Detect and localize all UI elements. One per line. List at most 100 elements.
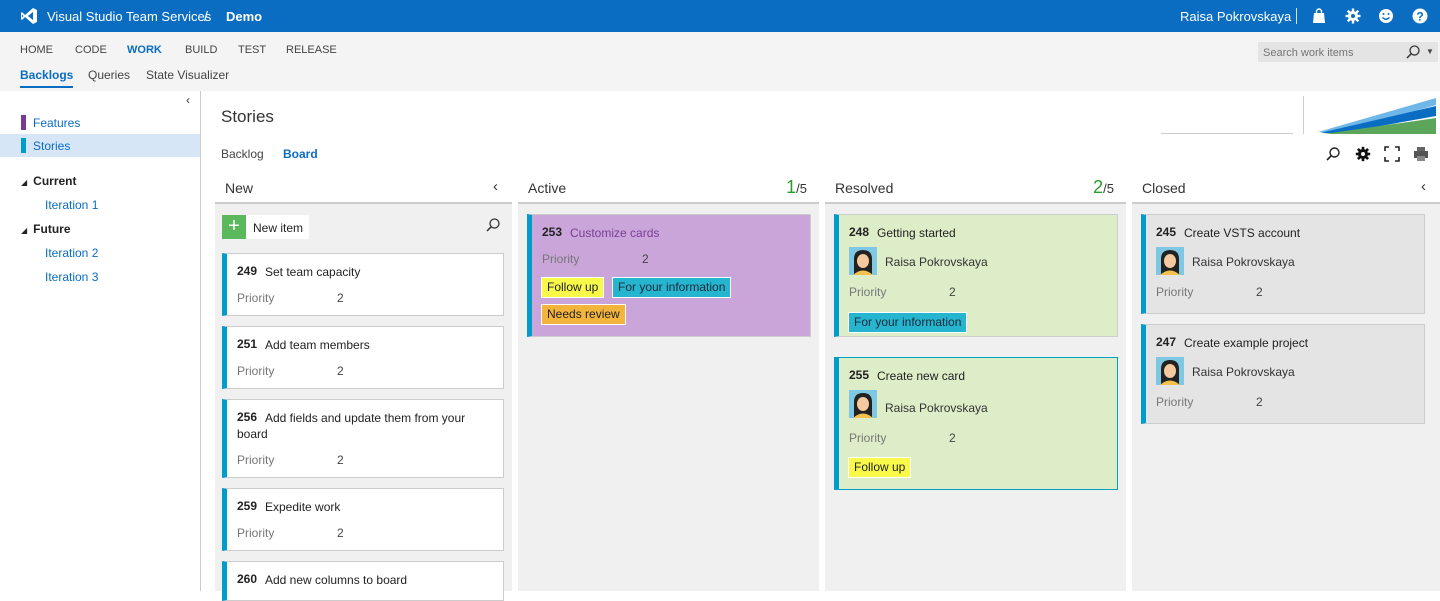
column-header: Closed ‹ <box>1132 174 1440 204</box>
settings-gear-icon[interactable] <box>1355 146 1371 162</box>
brand-name[interactable]: Visual Studio Team Services <box>47 9 211 24</box>
expand-triangle-icon[interactable]: ◢ <box>21 226 27 235</box>
card-247[interactable]: 247 Create example project Raisa Pokrovs… <box>1141 324 1425 424</box>
gear-icon[interactable] <box>1345 8 1361 24</box>
column-title: New <box>225 180 254 196</box>
stories-color-mark <box>21 138 26 153</box>
card-256[interactable]: 256 Add fields and update them from your… <box>222 399 504 478</box>
hub-build[interactable]: BUILD <box>185 44 217 56</box>
card-259[interactable]: 259 Expedite work Priority 2 <box>222 488 504 551</box>
card-title[interactable]: Add team members <box>265 337 370 353</box>
field-label: Priority <box>237 291 275 305</box>
sidebar-group-future[interactable]: ◢ Future <box>21 222 71 236</box>
help-icon[interactable]: ? <box>1412 8 1428 24</box>
collapse-column-icon[interactable]: ‹ <box>1421 178 1426 195</box>
hub-home[interactable]: HOME <box>20 44 53 56</box>
card-title[interactable]: Expedite work <box>265 499 340 515</box>
tab-board[interactable]: Board <box>283 147 318 161</box>
tab-queries[interactable]: Queries <box>88 68 130 82</box>
field-value[interactable]: 2 <box>642 252 649 266</box>
tab-backlogs[interactable]: Backlogs <box>20 68 74 88</box>
hub-code[interactable]: CODE <box>75 44 107 56</box>
card-251[interactable]: 251 Add team members Priority 2 <box>222 326 504 389</box>
wip-max: /5 <box>1103 181 1114 196</box>
sidebar-item-features[interactable]: Features <box>0 111 200 134</box>
smiley-icon[interactable] <box>1378 8 1394 24</box>
search-input[interactable] <box>1263 46 1403 59</box>
shopping-bag-icon[interactable] <box>1311 8 1327 24</box>
features-color-mark <box>21 115 26 130</box>
main-content: Stories Backlog Board New ‹ + New item 2… <box>201 91 1440 601</box>
card-248[interactable]: 248 Getting started Raisa Pokrovskaya Pr… <box>834 214 1118 337</box>
visual-studio-logo-icon[interactable] <box>20 7 38 25</box>
board-column-closed: Closed ‹ 245 Create VSTS account Raisa P… <box>1132 174 1440 591</box>
field-value[interactable]: 2 <box>337 526 344 540</box>
card-title[interactable]: Set team capacity <box>265 264 360 280</box>
velocity-chart[interactable] <box>1159 96 1295 134</box>
tag-needs-review[interactable]: Needs review <box>541 304 626 325</box>
breadcrumb-separator: / <box>204 8 208 24</box>
expand-triangle-icon[interactable]: ◢ <box>21 178 27 187</box>
hub-navigation: HOME CODE WORK BUILD TEST RELEASE Backlo… <box>0 32 1440 91</box>
tag-for-your-information[interactable]: For your information <box>848 312 968 333</box>
card-id: 248 <box>849 225 870 239</box>
tag-follow-up[interactable]: Follow up <box>848 457 912 478</box>
tab-state-visualizer[interactable]: State Visualizer <box>146 68 229 82</box>
sidebar-item-iteration-3[interactable]: Iteration 3 <box>45 270 98 284</box>
card-245[interactable]: 245 Create VSTS account Raisa Pokrovskay… <box>1141 214 1425 314</box>
field-value[interactable]: 2 <box>1256 395 1263 409</box>
field-value[interactable]: 2 <box>337 291 344 305</box>
field-value[interactable]: 2 <box>337 453 344 467</box>
card-title[interactable]: Customize cards <box>570 225 659 241</box>
field-label: Priority <box>849 285 887 299</box>
hub-test[interactable]: TEST <box>238 44 266 56</box>
card-title[interactable]: Getting started <box>877 225 956 241</box>
project-name[interactable]: Demo <box>226 9 262 24</box>
hub-work[interactable]: WORK <box>127 44 162 56</box>
column-title: Active <box>528 180 567 196</box>
field-label: Priority <box>237 364 275 378</box>
work-item-search: ▼ <box>1258 42 1438 62</box>
card-260[interactable]: 260 Add new columns to board <box>222 561 504 601</box>
sidebar-item-iteration-1[interactable]: Iteration 1 <box>45 198 98 212</box>
card-title[interactable]: Add fields and update them from your boa… <box>237 410 487 442</box>
card-255[interactable]: 255 Create new card Raisa Pokrovskaya Pr… <box>834 357 1118 490</box>
new-item-button[interactable]: + New item <box>222 215 309 239</box>
sidebar-item-iteration-2[interactable]: Iteration 2 <box>45 246 98 260</box>
cumulative-flow-chart[interactable] <box>1302 96 1436 134</box>
plus-icon: + <box>222 215 246 239</box>
filter-search-icon[interactable] <box>1325 146 1341 162</box>
assigned-to[interactable]: Raisa Pokrovskaya <box>885 255 988 269</box>
tag-for-your-information[interactable]: For your information <box>612 277 732 298</box>
field-value[interactable]: 2 <box>337 364 344 378</box>
print-icon[interactable] <box>1413 146 1429 162</box>
collapse-sidebar-icon[interactable]: ‹ <box>186 93 190 107</box>
tag-follow-up[interactable]: Follow up <box>541 277 605 298</box>
field-value[interactable]: 2 <box>949 285 956 299</box>
hub-release[interactable]: RELEASE <box>286 44 337 56</box>
card-249[interactable]: 249 Set team capacity Priority 2 <box>222 253 504 316</box>
assigned-to[interactable]: Raisa Pokrovskaya <box>1192 255 1295 269</box>
chevron-down-icon[interactable]: ▼ <box>1426 47 1434 56</box>
column-search-icon[interactable] <box>485 217 501 233</box>
wip-limit: 1/5 <box>786 177 807 198</box>
fullscreen-icon[interactable] <box>1384 146 1400 162</box>
card-title[interactable]: Add new columns to board <box>265 572 407 588</box>
sidebar-group-current[interactable]: ◢ Current <box>21 174 77 188</box>
column-header: New ‹ <box>215 174 512 204</box>
user-name[interactable]: Raisa Pokrovskaya <box>1180 9 1291 24</box>
card-id: 251 <box>237 337 258 351</box>
assigned-to[interactable]: Raisa Pokrovskaya <box>1192 365 1295 379</box>
tab-backlog[interactable]: Backlog <box>221 147 264 161</box>
card-id: 255 <box>849 368 870 382</box>
card-253[interactable]: 253 Customize cards Priority 2 Follow up… <box>527 214 811 337</box>
collapse-column-icon[interactable]: ‹ <box>493 178 498 195</box>
search-icon[interactable] <box>1405 44 1421 60</box>
sidebar-item-stories[interactable]: Stories <box>0 134 200 157</box>
card-title[interactable]: Create new card <box>877 368 965 384</box>
assigned-to[interactable]: Raisa Pokrovskaya <box>885 401 988 415</box>
card-title[interactable]: Create example project <box>1184 335 1308 351</box>
card-title[interactable]: Create VSTS account <box>1184 225 1300 241</box>
field-value[interactable]: 2 <box>1256 285 1263 299</box>
field-value[interactable]: 2 <box>949 431 956 445</box>
